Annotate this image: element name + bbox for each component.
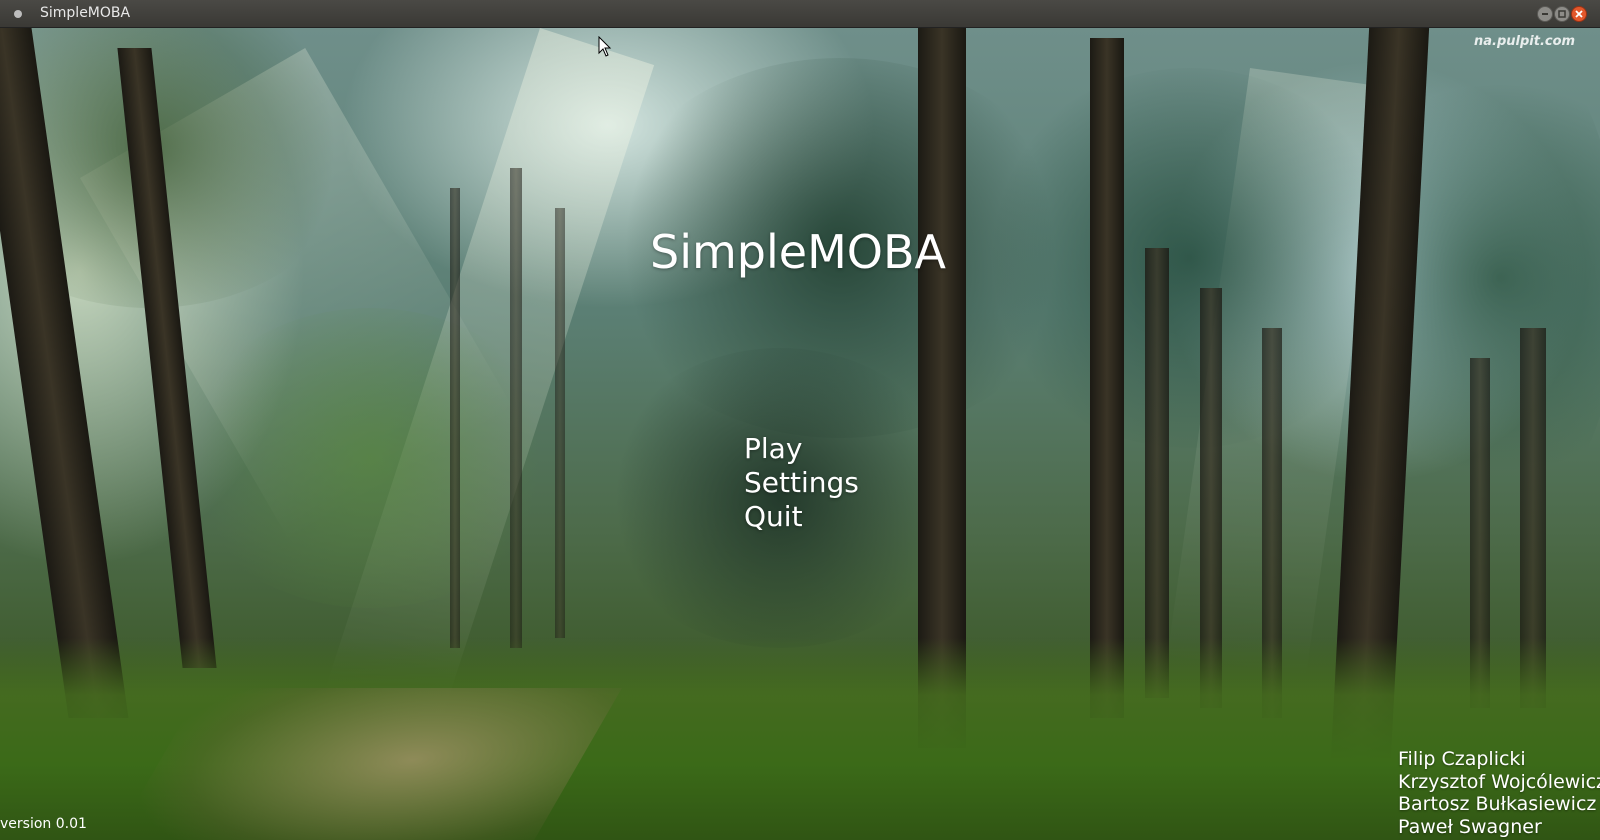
mouse-cursor-icon [598,36,612,57]
tree-trunk [450,188,460,648]
app-icon [14,10,22,18]
quit-button[interactable]: Quit [744,500,859,534]
foliage [180,308,560,608]
version-label: version 0.01 [0,816,87,832]
tree-trunk [1090,38,1124,718]
tree-trunk [1145,248,1169,698]
watermark-text: na.pulpit.com [1474,34,1576,49]
close-icon [1575,10,1583,18]
foliage [980,68,1400,448]
credit-name: Bartosz Bułkasiewicz [1398,793,1597,815]
window-titlebar[interactable]: SimpleMOBA [0,0,1600,28]
credit-name: Krzysztof Wojcólewicz [1398,770,1600,793]
credit-name: Paweł Swagner [1398,815,1542,838]
tree-trunk [510,168,522,648]
game-window: SimpleMOBA na.pulpit.com SimpleMOBA Play… [0,0,1600,840]
close-button[interactable] [1571,6,1587,22]
window-title: SimpleMOBA [40,5,131,21]
maximize-button[interactable] [1554,6,1570,22]
game-title: SimpleMOBA [650,225,946,279]
tree-trunk [555,208,565,638]
credit-name: Filip Czaplicki [1398,748,1526,770]
maximize-icon [1558,10,1566,18]
credits-list: Filip Czaplicki Krzysztof Wojcólewicz Ba… [1398,748,1600,838]
settings-button[interactable]: Settings [744,466,859,500]
minimize-icon [1542,13,1548,15]
minimize-button[interactable] [1537,6,1553,22]
play-button[interactable]: Play [744,432,859,466]
main-menu: Play Settings Quit [744,432,859,534]
